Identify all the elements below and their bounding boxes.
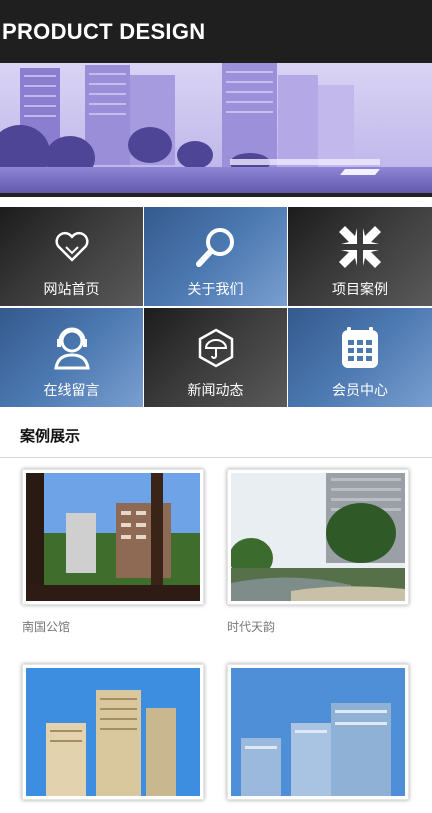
case-card[interactable]: 时代天韵 (227, 469, 409, 635)
nav-label: 在线留言 (43, 383, 100, 399)
nav-tile-about[interactable]: 关于我们 (144, 207, 287, 306)
nav-tile-news[interactable]: 新闻动态 (144, 308, 287, 407)
nav-label: 网站首页 (43, 282, 100, 298)
case-card[interactable]: 南国公馆 (22, 469, 204, 635)
hero-banner-image (0, 63, 432, 197)
section-title-cases: 案例展示 (20, 427, 81, 445)
nav-tile-cases[interactable]: 项目案例 (288, 207, 432, 306)
nav-tile-member[interactable]: 会员中心 (288, 308, 432, 407)
shrink-arrows-icon (336, 223, 384, 271)
nav-label: 新闻动态 (187, 383, 244, 399)
nav-tile-message[interactable]: 在线留言 (0, 308, 143, 407)
nav-tile-home[interactable]: 网站首页 (0, 207, 143, 306)
apartment-window-view-photo (22, 469, 204, 605)
nav-grid: 网站首页 关于我们 项目案例 在线留言 新闻动态 会员中心 (0, 207, 432, 407)
garden-pond-photo (227, 469, 409, 605)
search-icon (192, 223, 240, 271)
heart-icon (48, 223, 96, 271)
nav-label: 关于我们 (187, 282, 244, 298)
glass-towers-photo (227, 664, 409, 800)
support-agent-icon (48, 324, 96, 372)
residential-towers-photo (22, 664, 204, 800)
umbrella-hexagon-icon (192, 324, 240, 372)
case-card[interactable] (22, 664, 204, 813)
case-card[interactable] (227, 664, 409, 813)
banner-bottom-bar (0, 193, 432, 197)
calculator-icon (336, 324, 384, 372)
site-header: PRODUCT DESIGN (0, 0, 432, 63)
section-divider (0, 457, 432, 458)
site-title: PRODUCT DESIGN (2, 18, 206, 44)
case-caption: 南国公馆 (22, 620, 71, 634)
case-caption: 时代天韵 (227, 620, 276, 634)
nav-label: 项目案例 (332, 282, 388, 298)
nav-label: 会员中心 (332, 383, 388, 399)
